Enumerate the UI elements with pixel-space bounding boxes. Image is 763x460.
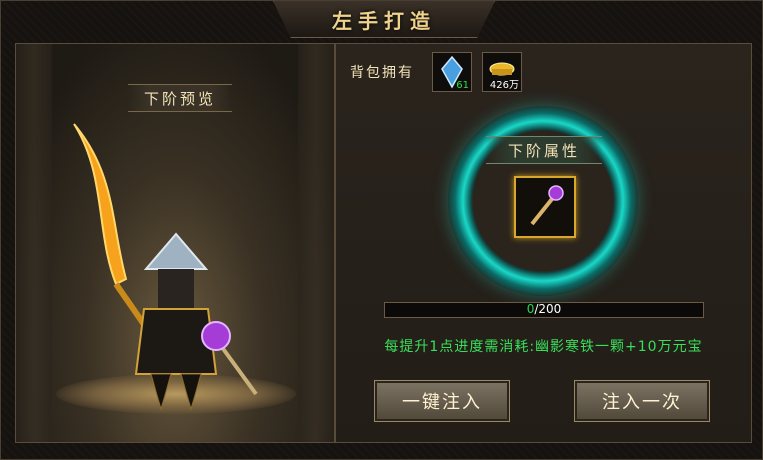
preview-panel: 下阶预览 xyxy=(15,43,335,443)
window-title: 左手打造 xyxy=(332,8,436,33)
character-legs xyxy=(150,373,202,411)
title-plate: 左手打造 xyxy=(273,1,495,38)
item-slot[interactable] xyxy=(514,176,576,238)
gold-count: 426万 xyxy=(489,80,519,91)
crystal-count: 61 xyxy=(456,80,469,91)
inject-all-button[interactable]: 一键注入 xyxy=(374,380,510,422)
purple-scepter-icon xyxy=(530,185,564,226)
gold-slot[interactable]: 426万 xyxy=(482,52,522,92)
bamboo-hat-icon xyxy=(143,232,209,270)
attribute-label: 下阶属性 xyxy=(486,136,602,164)
attribute-panel: 背包拥有 61 426万 下阶属性 0/200 每提升1点进度需消耗:幽影寒铁一… xyxy=(335,43,752,443)
preview-label: 下阶预览 xyxy=(128,84,232,112)
character-model xyxy=(73,123,258,411)
progress-text: 0/200 xyxy=(526,302,562,316)
inject-once-button[interactable]: 注入一次 xyxy=(574,380,710,422)
character-head xyxy=(158,269,194,309)
cost-text: 每提升1点进度需消耗:幽影寒铁一颗+10万元宝 xyxy=(384,339,703,355)
progress-bar: 0/200 xyxy=(384,302,704,318)
bag-label: 背包拥有 xyxy=(350,65,414,81)
purple-scepter-icon xyxy=(201,321,231,351)
forge-window: 左手打造 下阶预览 背包拥有 61 426万 下阶属性 0/200 每提升1点进… xyxy=(0,0,763,460)
pillar-right xyxy=(298,44,334,442)
flame-sword-icon xyxy=(73,123,128,286)
pillar-left xyxy=(16,44,52,442)
crystal-slot[interactable]: 61 xyxy=(432,52,472,92)
